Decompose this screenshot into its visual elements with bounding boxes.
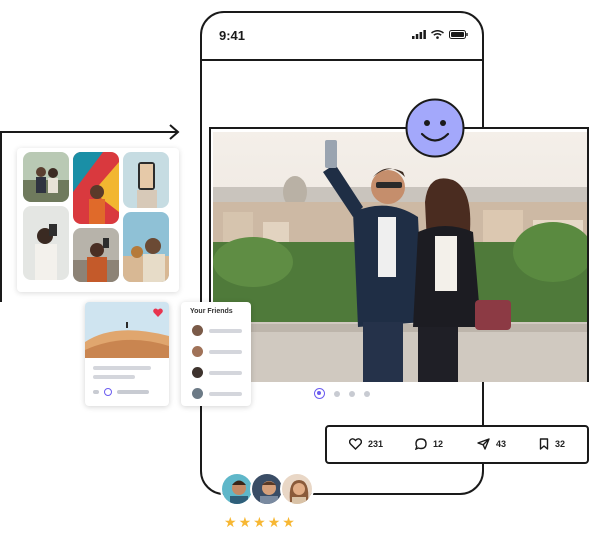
star-icon: ★ [224, 515, 237, 531]
collage-photo[interactable] [73, 152, 119, 224]
collage-photo[interactable] [123, 212, 169, 282]
friends-card: Your Friends [181, 302, 251, 406]
friends-title: Your Friends [190, 308, 233, 315]
collage-photo[interactable] [23, 206, 69, 280]
smiley-icon [405, 98, 465, 158]
save-count: 32 [555, 439, 566, 449]
friend-row[interactable] [192, 346, 242, 357]
friend-avatar [192, 346, 203, 357]
caption-line [93, 366, 151, 370]
carousel-dot-active[interactable] [314, 388, 325, 399]
caption-line [93, 375, 135, 379]
status-icons [412, 30, 468, 39]
status-time: 9:41 [219, 28, 246, 43]
friend-avatar [192, 367, 203, 378]
friend-row[interactable] [192, 325, 242, 336]
friend-name-placeholder [209, 370, 242, 375]
wifi-icon [431, 30, 444, 39]
friend-name-placeholder [209, 391, 242, 396]
avatar[interactable] [250, 472, 284, 506]
selfie-photo [213, 132, 587, 382]
carousel-dot[interactable] [364, 390, 370, 397]
battery-icon [449, 30, 468, 39]
header-divider [202, 59, 482, 61]
star-icon: ★ [282, 515, 295, 531]
card-toggle-active[interactable] [104, 388, 112, 396]
card-meta-line [117, 390, 149, 394]
share-button[interactable]: 43 [477, 438, 506, 450]
bookmark-icon [539, 438, 549, 450]
comment-button[interactable]: 12 [415, 438, 443, 450]
friend-avatar [192, 388, 203, 399]
avatar[interactable] [220, 472, 254, 506]
collage-photo[interactable] [123, 152, 169, 208]
heart-icon [349, 438, 362, 450]
collage-photo[interactable] [23, 152, 69, 202]
avatar[interactable] [280, 472, 314, 506]
engagement-bar: 231 12 43 32 [325, 425, 589, 464]
carousel-dot[interactable] [349, 390, 355, 397]
star-icon: ★ [253, 515, 266, 531]
friend-name-placeholder [209, 328, 242, 333]
comment-icon [415, 438, 427, 450]
signal-icon [412, 30, 426, 39]
main-post-photo[interactable] [209, 127, 589, 382]
comment-count: 12 [433, 439, 444, 449]
friend-row[interactable] [192, 388, 242, 399]
like-count: 231 [368, 439, 384, 449]
friend-name-placeholder [209, 349, 242, 354]
send-icon [477, 438, 490, 450]
photo-collage [17, 148, 179, 292]
star-icon: ★ [267, 515, 281, 531]
friend-avatar [192, 325, 203, 336]
card-toggle[interactable] [93, 390, 99, 394]
save-button[interactable]: 32 [539, 438, 565, 450]
star-icon: ★ [238, 515, 252, 531]
desert-post-card[interactable] [85, 302, 169, 406]
collage-photo[interactable] [73, 228, 119, 282]
like-button[interactable]: 231 [349, 438, 383, 450]
star-rating: ★ ★ ★ ★ ★ [224, 516, 295, 530]
friend-row[interactable] [192, 367, 242, 378]
share-count: 43 [496, 439, 507, 449]
heart-icon[interactable] [153, 308, 163, 317]
carousel-dots [314, 388, 370, 399]
carousel-dot[interactable] [334, 390, 340, 397]
